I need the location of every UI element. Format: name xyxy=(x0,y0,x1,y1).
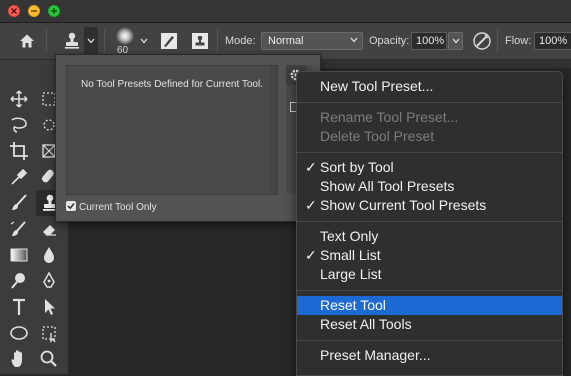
preset-picker-dropdown[interactable] xyxy=(84,27,98,55)
menu-item-show-all-tool-presets[interactable]: Show All Tool Presets xyxy=(297,177,562,196)
menu-separator xyxy=(297,221,562,222)
checkmark-icon: ✓ xyxy=(305,197,317,213)
hand-tool-icon[interactable] xyxy=(8,348,30,370)
chevron-down-icon xyxy=(350,37,358,43)
separator xyxy=(497,29,498,53)
menu-item-reset-all-tools[interactable]: Reset All Tools xyxy=(297,315,562,334)
opacity-input[interactable]: 100% xyxy=(411,32,447,50)
gradient-tool-icon[interactable] xyxy=(8,244,30,266)
title-bar xyxy=(0,0,571,23)
pressure-opacity-icon[interactable] xyxy=(472,31,492,51)
home-icon[interactable] xyxy=(18,32,36,50)
menu-item-label: Reset All Tools xyxy=(320,316,412,332)
clone-stamp-icon xyxy=(65,32,79,49)
eyedropper-icon[interactable] xyxy=(8,166,30,188)
lasso-tool-icon[interactable] xyxy=(8,114,30,136)
brush-tip-preview xyxy=(116,27,134,45)
clone-source-panel-icon[interactable] xyxy=(191,32,209,50)
minimize-window-button[interactable] xyxy=(28,5,40,17)
menu-item-small-list[interactable]: ✓ Small List xyxy=(297,246,562,265)
menu-item-new-tool-preset[interactable]: New Tool Preset... xyxy=(297,77,562,96)
mode-label: Mode: xyxy=(225,35,256,47)
crop-tool-icon[interactable] xyxy=(8,140,30,162)
menu-item-label: Delete Tool Preset xyxy=(320,128,435,144)
path-selection-icon[interactable] xyxy=(38,296,60,318)
menu-item-label: Text Only xyxy=(320,228,379,244)
close-window-button[interactable] xyxy=(8,5,20,17)
zoom-tool-icon[interactable] xyxy=(38,348,60,370)
checkmark-icon xyxy=(67,203,75,210)
minimize-icon xyxy=(31,10,37,12)
current-tool-only-checkbox[interactable]: Current Tool Only xyxy=(66,201,157,213)
menu-separator xyxy=(297,290,562,291)
separator xyxy=(104,29,105,53)
blur-tool-icon[interactable] xyxy=(38,244,60,266)
tool-preset-picker[interactable] xyxy=(58,27,98,55)
chevron-down-icon xyxy=(140,38,148,44)
menu-separator xyxy=(297,340,562,341)
checkmark-icon: ✓ xyxy=(305,159,317,175)
preset-list[interactable]: No Tool Presets Defined for Current Tool… xyxy=(66,65,278,195)
menu-item-label: Preset Manager... xyxy=(320,347,431,363)
dodge-tool-icon[interactable] xyxy=(8,270,30,292)
menu-item-show-current-tool-presets[interactable]: ✓ Show Current Tool Presets xyxy=(297,196,562,215)
menu-item-large-list[interactable]: Large List xyxy=(297,265,562,284)
menu-separator xyxy=(297,102,562,103)
checkbox-box[interactable] xyxy=(66,201,76,211)
pen-tool-icon[interactable] xyxy=(38,270,60,292)
close-icon xyxy=(11,8,17,14)
menu-item-rename-tool-preset: Rename Tool Preset... xyxy=(297,108,562,127)
menu-separator xyxy=(297,152,562,153)
menu-item-label: Show All Tool Presets xyxy=(320,178,455,194)
menu-item-label: Show Current Tool Presets xyxy=(320,197,487,213)
artboard-tool-icon[interactable] xyxy=(38,322,60,344)
no-presets-message: No Tool Presets Defined for Current Tool… xyxy=(81,79,263,90)
menu-item-label: Rename Tool Preset... xyxy=(320,109,459,125)
ellipse-tool-icon[interactable] xyxy=(8,322,30,344)
chevron-down-icon xyxy=(87,38,95,44)
menu-item-label: Reset Tool xyxy=(320,297,386,313)
menu-item-label: Small List xyxy=(320,247,381,263)
flow-input[interactable]: 100% xyxy=(534,32,571,50)
menu-item-delete-tool-preset: Delete Tool Preset xyxy=(297,127,562,146)
tool-preset-panel: No Tool Presets Defined for Current Tool… xyxy=(55,54,321,222)
zoom-window-button[interactable] xyxy=(48,5,60,17)
type-tool-icon[interactable] xyxy=(8,296,30,318)
separator xyxy=(46,29,47,53)
menu-item-label: Sort by Tool xyxy=(320,159,394,175)
brush-tool-icon[interactable] xyxy=(8,192,30,214)
tool-preset-context-menu: New Tool Preset... Rename Tool Preset...… xyxy=(296,71,563,376)
preset-list-scrollbar[interactable] xyxy=(270,66,277,194)
current-tool-only-label: Current Tool Only xyxy=(79,202,157,213)
separator xyxy=(217,29,218,53)
menu-item-text-only[interactable]: Text Only xyxy=(297,227,562,246)
menu-item-label: Large List xyxy=(320,266,382,282)
brush-preset-picker[interactable]: 60 xyxy=(112,25,152,57)
checkmark-icon: ✓ xyxy=(305,247,317,263)
menu-item-label: New Tool Preset... xyxy=(320,78,434,94)
menu-item-sort-by-tool[interactable]: ✓ Sort by Tool xyxy=(297,158,562,177)
mode-select-value: Normal xyxy=(268,35,304,47)
opacity-label: Opacity: xyxy=(369,35,410,47)
zoom-icon xyxy=(51,8,57,14)
opacity-dropdown[interactable] xyxy=(448,32,463,50)
menu-item-preset-manager[interactable]: Preset Manager... xyxy=(297,346,562,365)
history-brush-icon[interactable] xyxy=(8,218,30,240)
flow-label: Flow: xyxy=(505,35,532,47)
move-tool-icon[interactable] xyxy=(8,88,30,110)
chevron-down-icon xyxy=(452,38,460,44)
menu-item-reset-tool[interactable]: Reset Tool xyxy=(297,296,562,315)
brush-settings-panel-icon[interactable] xyxy=(160,32,178,50)
mode-select[interactable]: Normal xyxy=(261,32,363,50)
